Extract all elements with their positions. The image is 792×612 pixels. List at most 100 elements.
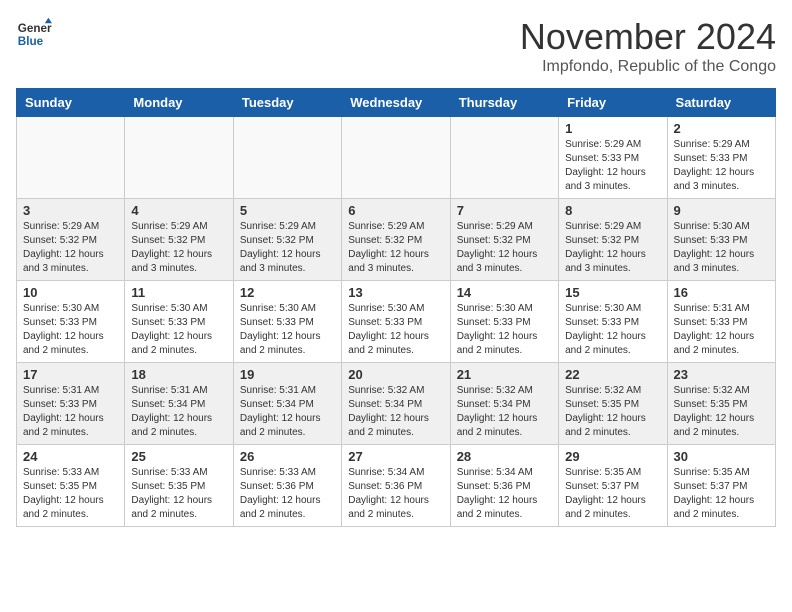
calendar-cell: 13 Sunrise: 5:30 AMSunset: 5:33 PMDayligh…: [342, 281, 450, 363]
day-number: 13: [348, 285, 443, 300]
calendar-cell: 30Sunrise: 5:35 AMSunset: 5:37 PMDayligh…: [667, 445, 775, 527]
header-thursday: Thursday: [450, 89, 558, 117]
calendar-cell: 23 Sunrise: 5:32 AMSunset: 5:35 PMDayligh…: [667, 363, 775, 445]
day-info: Sunrise: 5:33 AMSunset: 5:35 PMDaylight:…: [23, 466, 118, 522]
header-saturday: Saturday: [667, 89, 775, 117]
day-number: 27: [348, 449, 443, 464]
day-number: 7: [457, 203, 552, 218]
calendar-week-4: 17 Sunrise: 5:31 AMSunset: 5:33 PMDayligh…: [17, 363, 776, 445]
day-number: 22: [565, 367, 660, 382]
day-info: Sunrise: 5:30 AMSunset: 5:33 PMDaylight:…: [565, 302, 660, 358]
day-info: Sunrise: 5:30 AMSunset: 5:33 PMDaylight:…: [674, 220, 769, 276]
day-info: Sunrise: 5:31 AMSunset: 5:33 PMDaylight:…: [23, 384, 118, 440]
calendar-cell: 24 Sunrise: 5:33 AMSunset: 5:35 PMDayligh…: [17, 445, 125, 527]
calendar-cell: 1Sunrise: 5:29 AMSunset: 5:33 PMDaylight…: [559, 117, 667, 199]
header-friday: Friday: [559, 89, 667, 117]
day-number: 26: [240, 449, 335, 464]
calendar-cell: 26 Sunrise: 5:33 AMSunset: 5:36 PMDayligh…: [233, 445, 341, 527]
day-number: 12: [240, 285, 335, 300]
day-number: 23: [674, 367, 769, 382]
logo: General Blue: [16, 16, 52, 52]
header-sunday: Sunday: [17, 89, 125, 117]
day-number: 5: [240, 203, 335, 218]
day-info: Sunrise: 5:32 AMSunset: 5:35 PMDaylight:…: [565, 384, 660, 440]
day-info: Sunrise: 5:30 AMSunset: 5:33 PMDaylight:…: [131, 302, 226, 358]
day-number: 16: [674, 285, 769, 300]
day-info: Sunrise: 5:32 AMSunset: 5:35 PMDaylight:…: [674, 384, 769, 440]
calendar-cell: 4Sunrise: 5:29 AMSunset: 5:32 PMDaylight…: [125, 199, 233, 281]
day-number: 18: [131, 367, 226, 382]
day-info: Sunrise: 5:30 AMSunset: 5:33 PMDaylight:…: [457, 302, 552, 358]
day-number: 2: [674, 121, 769, 136]
day-number: 28: [457, 449, 552, 464]
day-info: Sunrise: 5:35 AMSunset: 5:37 PMDaylight:…: [565, 466, 660, 522]
calendar-cell: 17 Sunrise: 5:31 AMSunset: 5:33 PMDayligh…: [17, 363, 125, 445]
day-info: Sunrise: 5:33 AMSunset: 5:36 PMDaylight:…: [240, 466, 335, 522]
day-info: Sunrise: 5:32 AMSunset: 5:34 PMDaylight:…: [348, 384, 443, 440]
day-number: 20: [348, 367, 443, 382]
header-wednesday: Wednesday: [342, 89, 450, 117]
calendar-cell: 18 Sunrise: 5:31 AMSunset: 5:34 PMDayligh…: [125, 363, 233, 445]
calendar-cell: 6 Sunrise: 5:29 AMSunset: 5:32 PMDaylight…: [342, 199, 450, 281]
calendar-cell: 25 Sunrise: 5:33 AMSunset: 5:35 PMDayligh…: [125, 445, 233, 527]
day-info: Sunrise: 5:29 AMSunset: 5:32 PMDaylight:…: [240, 220, 335, 276]
day-number: 19: [240, 367, 335, 382]
day-info: Sunrise: 5:35 AMSunset: 5:37 PMDaylight:…: [674, 466, 769, 522]
day-info: Sunrise: 5:29 AMSunset: 5:32 PMDaylight:…: [565, 220, 660, 276]
calendar-cell: 2Sunrise: 5:29 AMSunset: 5:33 PMDaylight…: [667, 117, 775, 199]
calendar-cell: [125, 117, 233, 199]
day-number: 14: [457, 285, 552, 300]
calendar-cell: 14 Sunrise: 5:30 AMSunset: 5:33 PMDayligh…: [450, 281, 558, 363]
calendar-cell: 15 Sunrise: 5:30 AMSunset: 5:33 PMDayligh…: [559, 281, 667, 363]
calendar-cell: 21 Sunrise: 5:32 AMSunset: 5:34 PMDayligh…: [450, 363, 558, 445]
title-block: November 2024 Impfondo, Republic of the …: [520, 16, 776, 76]
calendar-cell: 10 Sunrise: 5:30 AMSunset: 5:33 PMDayligh…: [17, 281, 125, 363]
day-number: 21: [457, 367, 552, 382]
calendar-week-5: 24 Sunrise: 5:33 AMSunset: 5:35 PMDayligh…: [17, 445, 776, 527]
day-info: Sunrise: 5:30 AMSunset: 5:33 PMDaylight:…: [23, 302, 118, 358]
svg-text:General: General: [18, 22, 52, 35]
calendar-week-1: 1Sunrise: 5:29 AMSunset: 5:33 PMDaylight…: [17, 117, 776, 199]
calendar-header-row: SundayMondayTuesdayWednesdayThursdayFrid…: [17, 89, 776, 117]
calendar-cell: 27 Sunrise: 5:34 AMSunset: 5:36 PMDayligh…: [342, 445, 450, 527]
day-info: Sunrise: 5:29 AMSunset: 5:32 PMDaylight:…: [348, 220, 443, 276]
day-info: Sunrise: 5:30 AMSunset: 5:33 PMDaylight:…: [240, 302, 335, 358]
day-number: 17: [23, 367, 118, 382]
day-number: 29: [565, 449, 660, 464]
calendar-cell: 29 Sunrise: 5:35 AMSunset: 5:37 PMDayligh…: [559, 445, 667, 527]
calendar-cell: 20 Sunrise: 5:32 AMSunset: 5:34 PMDayligh…: [342, 363, 450, 445]
calendar-cell: 28Sunrise: 5:34 AMSunset: 5:36 PMDayligh…: [450, 445, 558, 527]
calendar-cell: [17, 117, 125, 199]
day-number: 6: [348, 203, 443, 218]
calendar-cell: [450, 117, 558, 199]
day-info: Sunrise: 5:31 AMSunset: 5:34 PMDaylight:…: [240, 384, 335, 440]
day-info: Sunrise: 5:34 AMSunset: 5:36 PMDaylight:…: [348, 466, 443, 522]
page-header: General Blue November 2024 Impfondo, Rep…: [16, 16, 776, 76]
day-info: Sunrise: 5:31 AMSunset: 5:33 PMDaylight:…: [674, 302, 769, 358]
calendar-cell: 11Sunrise: 5:30 AMSunset: 5:33 PMDayligh…: [125, 281, 233, 363]
calendar-week-3: 10 Sunrise: 5:30 AMSunset: 5:33 PMDayligh…: [17, 281, 776, 363]
day-number: 8: [565, 203, 660, 218]
header-tuesday: Tuesday: [233, 89, 341, 117]
day-info: Sunrise: 5:29 AMSunset: 5:32 PMDaylight:…: [131, 220, 226, 276]
calendar-cell: 5 Sunrise: 5:29 AMSunset: 5:32 PMDaylight…: [233, 199, 341, 281]
calendar-cell: 8 Sunrise: 5:29 AMSunset: 5:32 PMDaylight…: [559, 199, 667, 281]
day-info: Sunrise: 5:32 AMSunset: 5:34 PMDaylight:…: [457, 384, 552, 440]
day-number: 15: [565, 285, 660, 300]
day-number: 3: [23, 203, 118, 218]
day-info: Sunrise: 5:29 AMSunset: 5:32 PMDaylight:…: [457, 220, 552, 276]
day-number: 25: [131, 449, 226, 464]
day-info: Sunrise: 5:30 AMSunset: 5:33 PMDaylight:…: [348, 302, 443, 358]
day-number: 10: [23, 285, 118, 300]
day-number: 24: [23, 449, 118, 464]
calendar-cell: 19 Sunrise: 5:31 AMSunset: 5:34 PMDayligh…: [233, 363, 341, 445]
calendar-cell: [342, 117, 450, 199]
calendar-cell: 22 Sunrise: 5:32 AMSunset: 5:35 PMDayligh…: [559, 363, 667, 445]
logo-icon: General Blue: [16, 16, 52, 52]
calendar-cell: 16 Sunrise: 5:31 AMSunset: 5:33 PMDayligh…: [667, 281, 775, 363]
svg-text:Blue: Blue: [18, 35, 44, 48]
day-info: Sunrise: 5:31 AMSunset: 5:34 PMDaylight:…: [131, 384, 226, 440]
header-monday: Monday: [125, 89, 233, 117]
day-number: 1: [565, 121, 660, 136]
day-info: Sunrise: 5:33 AMSunset: 5:35 PMDaylight:…: [131, 466, 226, 522]
